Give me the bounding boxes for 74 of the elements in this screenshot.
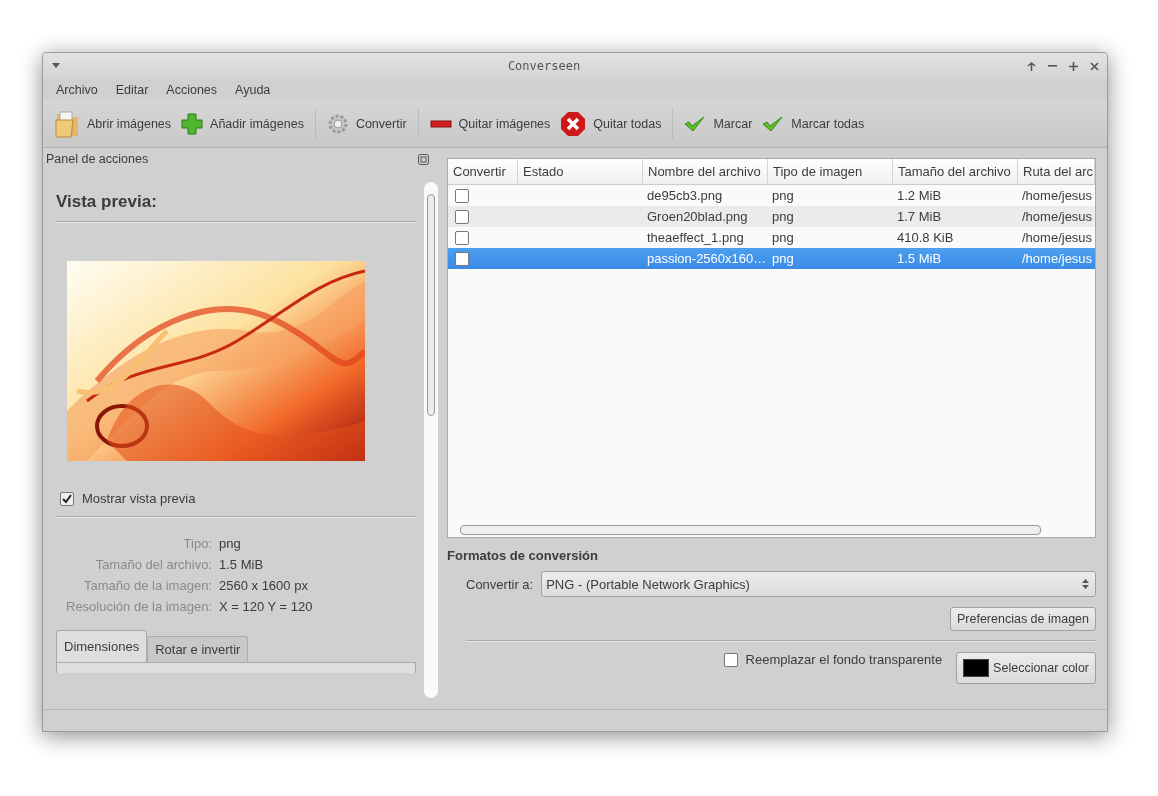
checkmark-icon <box>684 116 707 132</box>
toolbar-button[interactable]: Marcar <box>679 112 758 136</box>
toolbar-button[interactable]: Quitar imágenes <box>424 113 556 135</box>
plus-icon <box>181 113 204 135</box>
panel-title: Panel de acciones <box>46 152 149 166</box>
checkbox-label: Mostrar vista previa <box>82 491 196 506</box>
table-cell-text: png <box>771 188 794 203</box>
info-value: 2560 x 1600 px <box>219 578 309 593</box>
column-header[interactable]: Tamaño del archivo <box>893 159 1018 184</box>
table-cell-text: 1.2 MiB <box>896 188 942 203</box>
minimize-icon[interactable] <box>1048 65 1057 67</box>
gear-icon <box>326 113 349 135</box>
table-cell-text: 410.8 KiB <box>896 230 954 245</box>
scrollbar[interactable] <box>424 182 438 698</box>
close-icon <box>560 111 587 137</box>
toolbar-button[interactable]: Quitar todas <box>555 107 667 141</box>
toolbar-button[interactable]: Abrir imágenes <box>49 106 177 142</box>
menu-item[interactable]: Archivo <box>47 81 107 99</box>
close-icon[interactable] <box>1090 61 1099 71</box>
info-value: 1.5 MiB <box>219 557 265 572</box>
menu-item[interactable]: Editar <box>106 81 158 99</box>
section-title: Formatos de conversión <box>447 547 598 565</box>
checkmark-icon <box>762 116 785 132</box>
table-cell-text: theaeffect_1.png <box>646 230 744 245</box>
maximize-icon[interactable] <box>1069 61 1078 71</box>
column-header[interactable]: Ruta del arc <box>1018 159 1095 184</box>
table-cell-text: Groen20blad.png <box>646 209 748 224</box>
column-header[interactable]: Nombre del archivo <box>643 159 768 184</box>
column-header[interactable]: Tipo de imagen <box>768 159 893 184</box>
column-header[interactable]: Estado <box>518 159 643 184</box>
checkbox-label: Reemplazar el fondo transparente <box>745 652 943 667</box>
table-cell-text: 1.7 MiB <box>896 209 942 224</box>
table-cell-text: png <box>771 230 794 245</box>
toolbar-button[interactable]: Añadir imágenes <box>176 109 309 139</box>
toolbar-button[interactable]: Convertir <box>321 109 412 139</box>
info-value: X = 120 Y = 120 <box>219 599 313 614</box>
format-dropdown[interactable]: PNG - (Portable Network Graphics) <box>541 571 1096 597</box>
checkbox[interactable] <box>455 188 469 203</box>
preferences-button[interactable]: Preferencias de imagen <box>949 607 1096 631</box>
window-title: Converseen <box>506 59 582 73</box>
preview-heading: Vista previa: <box>56 191 157 213</box>
column-header[interactable]: Convertir <box>448 159 518 184</box>
table-cell-text: /home/jesus <box>1021 251 1093 266</box>
checkbox[interactable] <box>455 209 469 224</box>
menu-item[interactable]: Acciones <box>157 81 227 99</box>
toolbar-button[interactable]: Marcar todas <box>757 112 870 136</box>
info-label: Tamaño de la imagen: <box>83 578 212 593</box>
select-color-button[interactable]: Seleccionar color <box>956 652 1096 684</box>
field-label: Convertir a: <box>466 576 534 592</box>
info-label: Tipo: <box>182 536 212 551</box>
table-cell-text: /home/jesus <box>1021 188 1093 203</box>
table-cell-text: /home/jesus <box>1021 209 1093 224</box>
table-row[interactable]: Groen20blad.png png 1.7 MiB /home/jesus <box>448 206 1095 227</box>
table-cell-text: passion-2560x160… <box>646 251 767 266</box>
folder-icon <box>54 110 80 138</box>
tab[interactable]: Rotar e invertir <box>147 636 249 662</box>
minus-icon <box>429 119 452 129</box>
window-menu-icon[interactable] <box>51 63 61 69</box>
float-panel-icon[interactable] <box>418 153 429 165</box>
checkbox[interactable] <box>723 652 738 667</box>
arrow-up-icon[interactable] <box>1027 61 1036 71</box>
info-label: Tamaño del archivo: <box>94 557 212 572</box>
info-label: Resolución de la imagen: <box>66 599 212 614</box>
checkbox[interactable] <box>455 230 469 245</box>
table-cell-text: 1.5 MiB <box>896 251 942 266</box>
spin-arrows-icon <box>1082 578 1089 590</box>
info-value: png <box>219 536 242 551</box>
table-cell-text: de95cb3.png <box>646 188 723 203</box>
table-cell-text: png <box>771 209 794 224</box>
menu-item[interactable]: Ayuda <box>226 81 280 99</box>
checkbox[interactable] <box>455 251 469 266</box>
table-cell-text: png <box>771 251 794 266</box>
table-cell-text: /home/jesus <box>1021 230 1093 245</box>
tab[interactable]: Dimensiones <box>56 630 148 662</box>
